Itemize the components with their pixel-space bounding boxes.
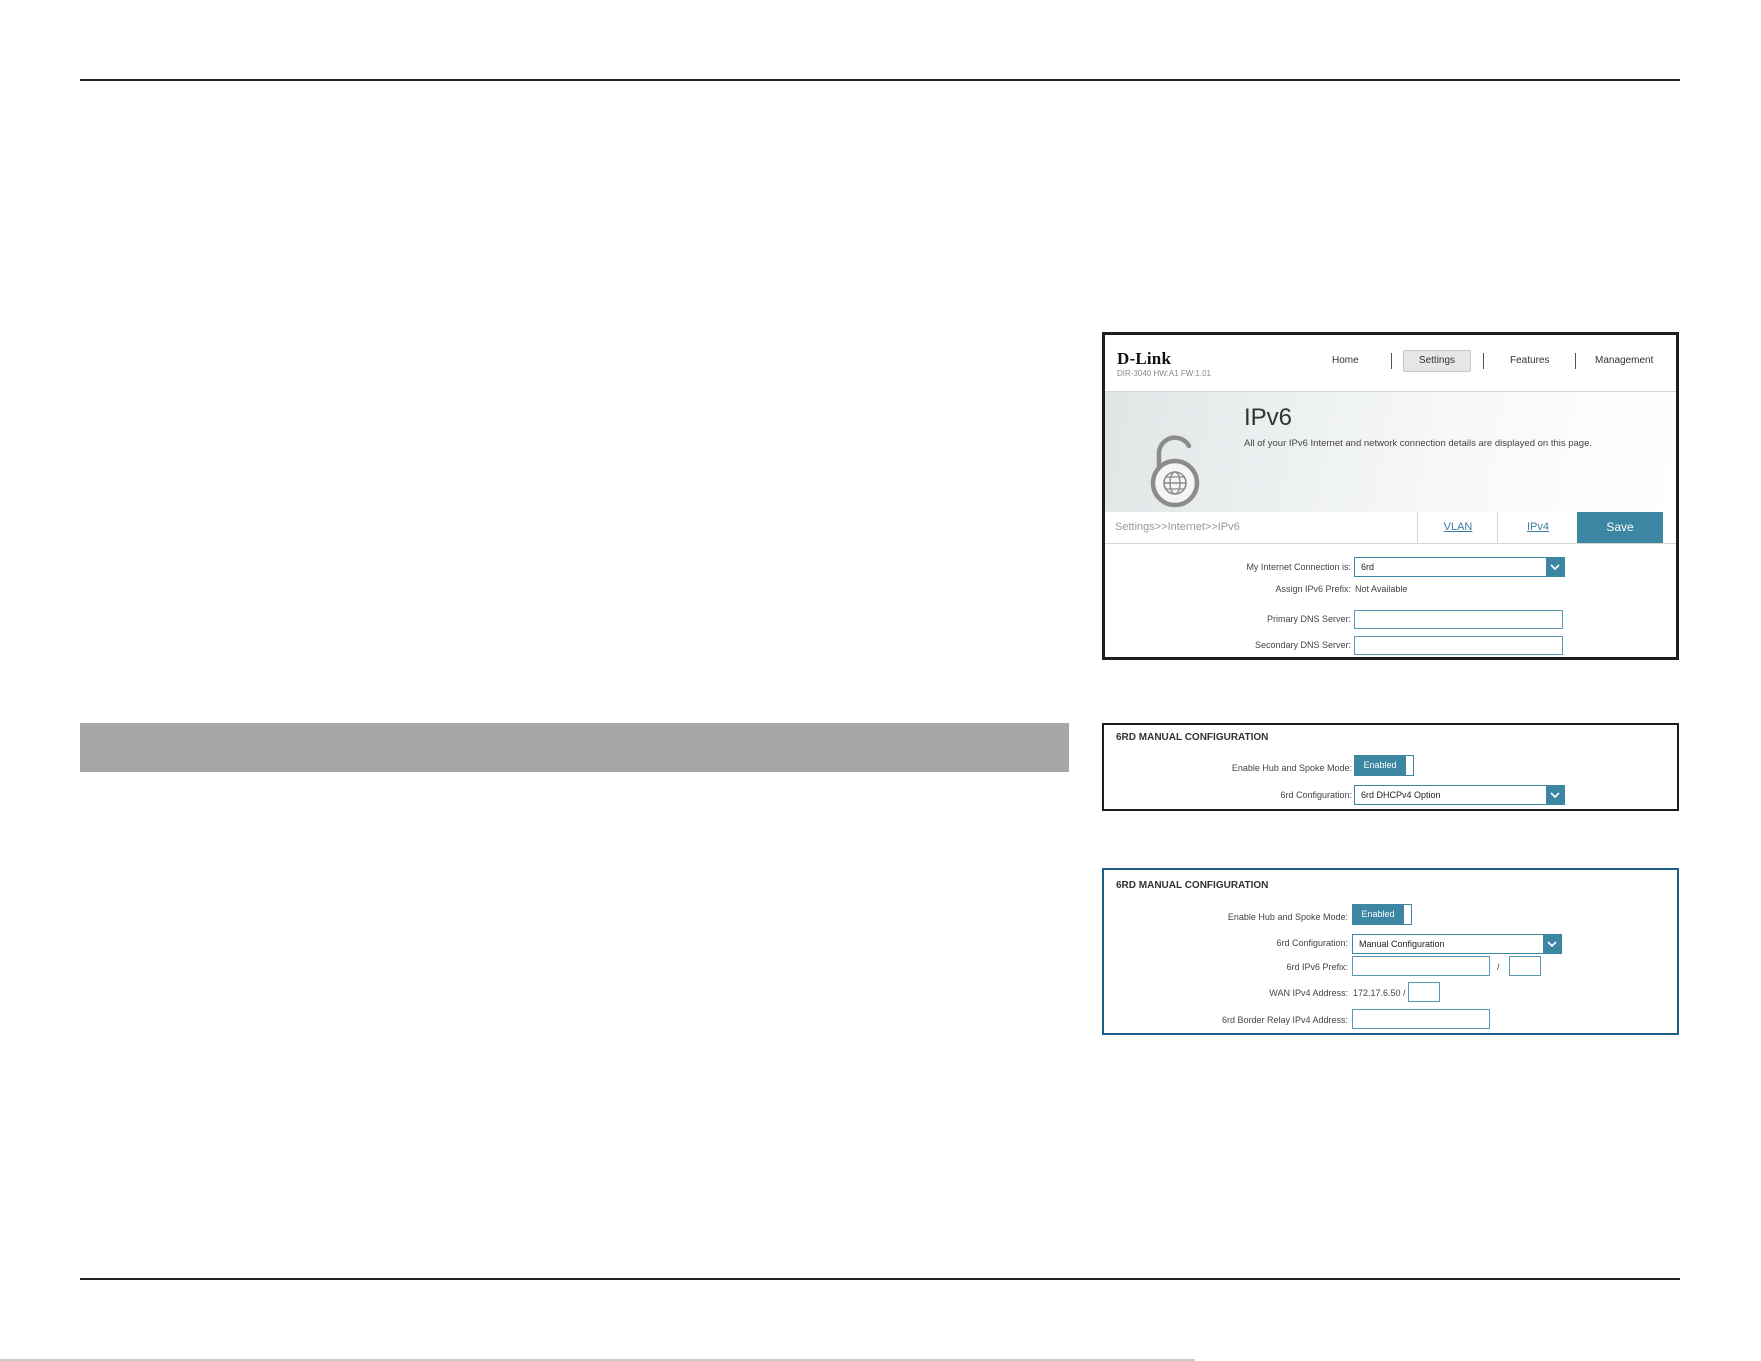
ipv6-prefix-row: Assign IPv6 Prefix:: [1105, 580, 1351, 600]
6rd-config-row: 6rd Configuration:: [1104, 934, 1348, 954]
6rd-dhcp-config-screenshot: 6RD MANUAL CONFIGURATION Enable Hub and …: [1102, 723, 1679, 811]
wan-ipv4-label: WAN IPv4 Address:: [1269, 988, 1348, 998]
wan-ipv4-mask-input[interactable]: [1408, 982, 1440, 1002]
page-description: All of your IPv6 Internet and network co…: [1244, 438, 1593, 449]
hub-spoke-toggle[interactable]: Enabled: [1354, 755, 1415, 776]
dlink-logo: D-Link: [1117, 349, 1172, 368]
6rd-config-select[interactable]: 6rd DHCPv4 Option: [1354, 785, 1565, 805]
hub-spoke-row: Enable Hub and Spoke Mode:: [1104, 908, 1348, 928]
breadcrumb-bar: Settings>>Internet>>IPv6 VLAN IPv4 Save: [1105, 512, 1676, 544]
primary-dns-input[interactable]: [1354, 610, 1563, 629]
chevron-down-icon: [1546, 558, 1564, 576]
hub-spoke-label: Enable Hub and Spoke Mode:: [1231, 763, 1352, 773]
secondary-dns-row: Secondary DNS Server:: [1105, 636, 1351, 656]
save-button[interactable]: Save: [1577, 512, 1663, 543]
connection-type-value: 6rd: [1361, 562, 1375, 572]
connection-type-label: My Internet Connection is:: [1246, 562, 1351, 572]
6rd-config-value: 6rd DHCPv4 Option: [1361, 790, 1441, 800]
page-title: IPv6: [1244, 404, 1293, 431]
breadcrumb: Settings>>Internet>>IPv6: [1115, 521, 1240, 533]
hub-spoke-row: Enable Hub and Spoke Mode:: [1104, 759, 1352, 779]
tab-ipv4[interactable]: IPv4: [1497, 512, 1578, 543]
primary-dns-row: Primary DNS Server:: [1105, 610, 1351, 630]
secondary-dns-input[interactable]: [1354, 636, 1563, 655]
hub-spoke-label: Enable Hub and Spoke Mode:: [1227, 912, 1348, 922]
ipv6-prefix-value: Not Available: [1355, 584, 1408, 594]
section-heading-bar: [80, 723, 1069, 772]
device-model: DIR-3040 HW:A1 FW:1.01: [1117, 369, 1211, 378]
toggle-state: Enabled: [1352, 904, 1404, 925]
nav-management[interactable]: Management: [1595, 355, 1653, 366]
nav-divider: [1391, 353, 1392, 369]
tab-vlan[interactable]: VLAN: [1417, 512, 1498, 543]
footer-rule: [80, 1278, 1680, 1280]
wan-ipv4-value: 172.17.6.50 /: [1353, 988, 1406, 998]
nav-features[interactable]: Features: [1510, 355, 1549, 366]
nav-divider: [1575, 353, 1576, 369]
primary-dns-label: Primary DNS Server:: [1266, 614, 1351, 624]
panel-heading: 6RD MANUAL CONFIGURATION: [1116, 880, 1269, 891]
ipv6-settings-screenshot: D-Link DIR-3040 HW:A1 FW:1.01 Home Setti…: [1102, 332, 1679, 660]
prefix-separator: /: [1497, 962, 1500, 972]
secondary-dns-label: Secondary DNS Server:: [1254, 640, 1351, 650]
connection-type-row: My Internet Connection is:: [1105, 558, 1351, 578]
6rd-manual-config-screenshot: 6RD MANUAL CONFIGURATION Enable Hub and …: [1102, 868, 1679, 1035]
ipv6-prefix-label: Assign IPv6 Prefix:: [1275, 584, 1351, 594]
nav-home[interactable]: Home: [1332, 355, 1359, 366]
ipv6-lock-icon: [1150, 435, 1200, 508]
ipv6-prefix-row: 6rd IPv6 Prefix:: [1104, 958, 1348, 978]
toggle-state: Enabled: [1354, 755, 1406, 776]
hub-spoke-toggle[interactable]: Enabled: [1352, 904, 1413, 925]
6rd-config-row: 6rd Configuration:: [1104, 786, 1352, 806]
6rd-config-label: 6rd Configuration:: [1280, 790, 1352, 800]
6rd-config-value: Manual Configuration: [1359, 939, 1445, 949]
connection-type-select[interactable]: 6rd: [1354, 557, 1565, 577]
chevron-down-icon: [1546, 786, 1564, 804]
chevron-down-icon: [1543, 935, 1561, 953]
header-rule: [80, 79, 1680, 81]
nav-settings[interactable]: Settings: [1403, 350, 1471, 372]
wan-ipv4-row: WAN IPv4 Address:: [1104, 984, 1348, 1004]
prefix-length-input[interactable]: [1509, 956, 1541, 976]
panel-heading: 6RD MANUAL CONFIGURATION: [1116, 732, 1269, 743]
border-relay-label: 6rd Border Relay IPv4 Address:: [1221, 1015, 1348, 1025]
top-navigation-bar: D-Link DIR-3040 HW:A1 FW:1.01 Home Setti…: [1105, 335, 1676, 392]
page-banner: IPv6 All of your IPv6 Internet and netwo…: [1105, 392, 1676, 512]
nav-divider: [1483, 353, 1484, 369]
border-relay-row: 6rd Border Relay IPv4 Address:: [1104, 1011, 1348, 1031]
toggle-knob: [1405, 755, 1414, 776]
toggle-knob: [1403, 904, 1412, 925]
border-relay-input[interactable]: [1352, 1009, 1490, 1029]
ipv6-prefix-label: 6rd IPv6 Prefix:: [1286, 962, 1348, 972]
6rd-config-select[interactable]: Manual Configuration: [1352, 934, 1562, 954]
6rd-config-label: 6rd Configuration:: [1276, 938, 1348, 948]
ipv6-prefix-input[interactable]: [1352, 956, 1490, 976]
